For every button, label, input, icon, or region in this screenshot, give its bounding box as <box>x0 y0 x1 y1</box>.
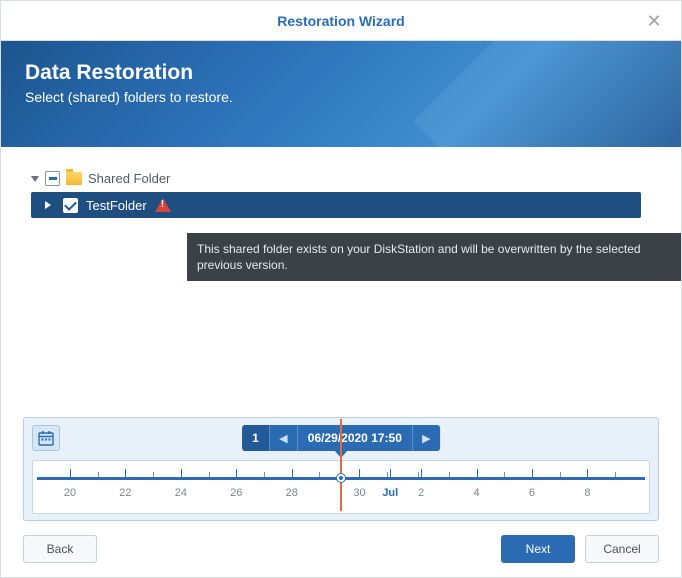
tree-child-row[interactable]: TestFolder <box>31 192 641 218</box>
titlebar: Restoration Wizard ✕ <box>1 1 681 41</box>
timeline-tick <box>70 469 71 477</box>
wizard-footer: Back Next Cancel <box>23 535 659 563</box>
timeline-minor-tick <box>264 472 265 477</box>
timeline-tick <box>292 469 293 477</box>
timeline-tick-label: 20 <box>64 487 76 499</box>
timeline-tick <box>236 469 237 477</box>
version-index: 1 <box>242 425 269 451</box>
timeline-tick-label: 28 <box>286 487 298 499</box>
banner-title: Data Restoration <box>25 61 657 85</box>
current-position-dot[interactable] <box>337 474 345 482</box>
timeline-tick <box>359 469 360 477</box>
window-title: Restoration Wizard <box>277 13 404 29</box>
timeline-minor-tick <box>418 472 419 477</box>
tree-child-label: TestFolder <box>86 198 147 213</box>
wizard-banner: Data Restoration Select (shared) folders… <box>1 41 681 147</box>
cancel-button-label: Cancel <box>603 542 640 556</box>
tooltip-text: This shared folder exists on your DiskSt… <box>197 242 641 272</box>
timeline-tick-label: 26 <box>230 487 242 499</box>
timeline-tick-label: 8 <box>584 487 590 499</box>
timeline-tick-label: 4 <box>473 487 479 499</box>
timeline-minor-tick <box>153 472 154 477</box>
next-button[interactable]: Next <box>501 535 575 563</box>
version-next-button[interactable]: ▶ <box>412 425 440 451</box>
timeline-tick <box>587 469 588 477</box>
timeline-tick-label: 24 <box>175 487 187 499</box>
version-prev-button[interactable]: ◀ <box>269 425 297 451</box>
timeline-minor-tick <box>504 472 505 477</box>
chevron-right-icon[interactable] <box>45 201 55 209</box>
timeline-tick <box>421 469 422 477</box>
warning-icon <box>155 198 171 212</box>
timeline-tick-label: 22 <box>119 487 131 499</box>
timeline-minor-tick <box>319 472 320 477</box>
calendar-button[interactable] <box>32 425 60 451</box>
close-icon: ✕ <box>646 11 661 32</box>
tree-root-row[interactable]: Shared Folder <box>23 169 659 192</box>
warning-tooltip: This shared folder exists on your DiskSt… <box>187 233 681 281</box>
back-button-label: Back <box>47 542 74 556</box>
timeline-tick-label: Jul <box>382 487 398 499</box>
timeline-axis-area[interactable]: 202224262830Jul2468 <box>32 460 650 514</box>
timeline-tick-label: 6 <box>529 487 535 499</box>
checkbox-indeterminate[interactable] <box>45 171 60 186</box>
timeline-minor-tick <box>560 472 561 477</box>
timeline-panel: 1 ◀ 06/29/2020 17:50 ▶ 202224262830Jul24… <box>23 417 659 521</box>
timeline-minor-tick <box>449 472 450 477</box>
wizard-body: Shared Folder TestFolder <box>1 147 681 218</box>
current-position-line <box>340 419 342 511</box>
close-button[interactable]: ✕ <box>639 1 669 41</box>
timeline-minor-tick <box>209 472 210 477</box>
calendar-icon <box>38 431 54 446</box>
chevron-down-icon[interactable] <box>31 176 39 182</box>
banner-subtitle: Select (shared) folders to restore. <box>25 89 657 105</box>
cancel-button[interactable]: Cancel <box>585 535 659 563</box>
timeline-tick-label: 30 <box>353 487 365 499</box>
checkbox-checked[interactable] <box>63 198 78 213</box>
timeline-tick <box>181 469 182 477</box>
folder-icon <box>66 172 82 185</box>
back-button[interactable]: Back <box>23 535 97 563</box>
timeline-tick-label: 2 <box>418 487 424 499</box>
version-current-label: 06/29/2020 17:50 <box>297 425 412 451</box>
timeline-tick <box>125 469 126 477</box>
timeline-tick <box>390 469 391 477</box>
timeline-tick <box>477 469 478 477</box>
timeline-minor-tick <box>98 472 99 477</box>
tree-root-label: Shared Folder <box>88 171 170 186</box>
timeline-tick <box>532 469 533 477</box>
next-button-label: Next <box>526 542 551 556</box>
timeline-minor-tick <box>615 472 616 477</box>
timeline-minor-tick <box>387 472 388 477</box>
